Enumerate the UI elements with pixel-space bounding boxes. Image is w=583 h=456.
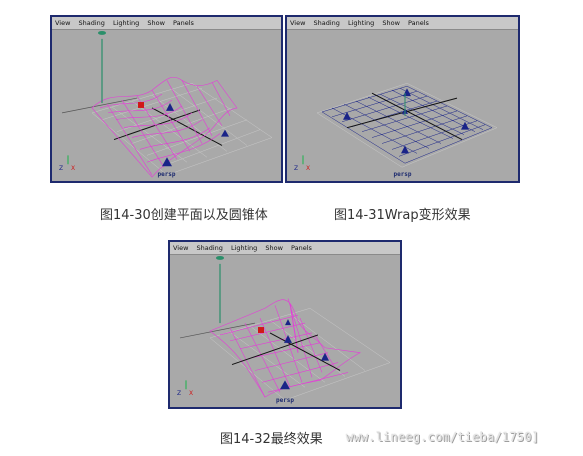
viewport-fig32[interactable]: View Shading Lighting Show Panels Z X pe… [168,240,402,409]
menu-shading[interactable]: Shading [314,19,340,27]
menu-view[interactable]: View [173,244,188,252]
ground-grid [91,83,273,176]
caption-fig32: 图14-32最终效果 [220,432,323,447]
menu-panels[interactable]: Panels [291,244,312,252]
menu-view[interactable]: View [290,19,305,27]
menu-show[interactable]: Show [382,19,400,27]
menu-panels[interactable]: Panels [173,19,194,27]
watermark: www.lineeg.com/tieba/1750] [346,430,540,444]
menu-show[interactable]: Show [265,244,283,252]
menu-lighting[interactable]: Lighting [113,19,139,27]
caption-fig31: 图14-31Wrap变形效果 [334,208,471,223]
ground-grid [209,308,391,401]
camera-label: persp [393,171,412,178]
camera-label: persp [275,397,295,404]
axis-gizmo: Z X [177,380,193,397]
menu-lighting[interactable]: Lighting [231,244,257,252]
menu-shading[interactable]: Shading [197,244,223,252]
viewport-fig31[interactable]: View Shading Lighting Show Panels Z X pe… [285,15,520,183]
menu-lighting[interactable]: Lighting [348,19,374,27]
menu-show[interactable]: Show [147,19,165,27]
camera-label: persp [157,171,176,178]
menu-panels[interactable]: Panels [408,19,429,27]
viewport-fig30[interactable]: View Shading Lighting Show Panels Z X pe… [50,15,283,183]
scene-fig31: Z X [294,83,498,172]
menu-shading[interactable]: Shading [79,19,105,27]
scene-fig30: Z X [59,30,273,178]
caption-fig30: 图14-30创建平面以及圆锥体 [100,208,268,223]
axis-gizmo: Z X [294,155,310,172]
scene-fig32: Z X [177,255,391,401]
menu-view[interactable]: View [55,19,70,27]
axis-gizmo: Z X [59,155,75,172]
